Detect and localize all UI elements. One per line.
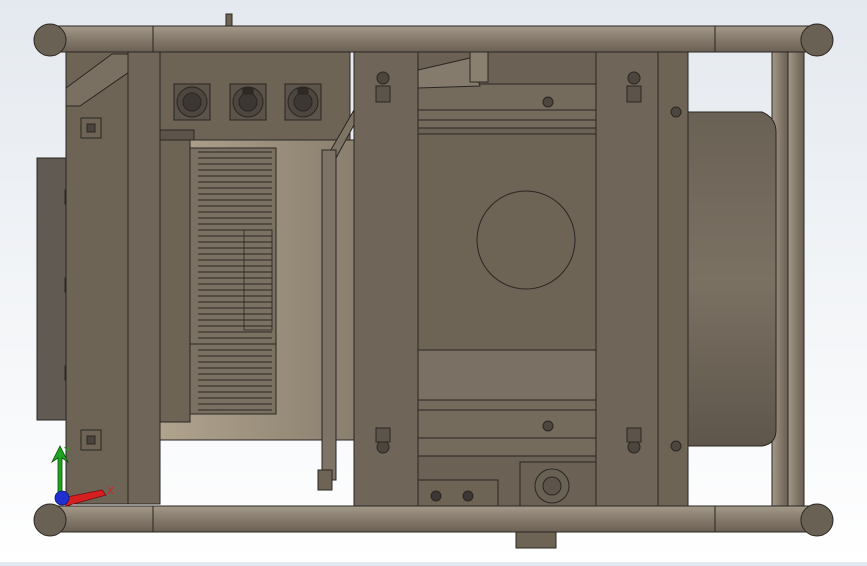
generator-model-top-view: [33, 13, 834, 549]
frame-tube-top: [55, 25, 821, 53]
side-plate: [127, 51, 161, 505]
frame-tube-bottom: [55, 505, 821, 533]
corner-cap-top-left: [33, 23, 67, 57]
coordinate-triad: X Y: [50, 445, 114, 507]
connector-1: [173, 83, 211, 121]
z-axis-dot: [54, 490, 70, 506]
x-axis-label: X: [107, 486, 114, 497]
engine-flywheel: [476, 190, 576, 290]
connector-2: [229, 83, 267, 121]
y-axis-label: Y: [63, 446, 71, 457]
connector-3: [284, 83, 322, 121]
corner-cap-top-right: [800, 23, 834, 57]
frame-rail-right-outer: [787, 51, 805, 507]
hose: [321, 149, 337, 481]
pump-block: [417, 479, 499, 507]
alternator-housing: [687, 111, 777, 447]
cad-viewport[interactable]: [0, 0, 867, 562]
corner-cap-bottom-right: [800, 503, 834, 537]
